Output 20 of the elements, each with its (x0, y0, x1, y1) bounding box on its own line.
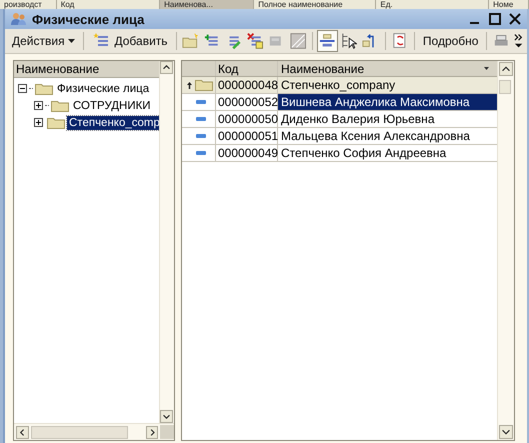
table-cell: 000000049 (216, 145, 278, 161)
column-header[interactable]: Код (216, 61, 278, 76)
window-title: Физические лица (32, 12, 146, 26)
actions-menu[interactable]: Действия (9, 32, 78, 50)
table-cell-text: Степченко_company (280, 77, 396, 93)
table-cell: Вишнева Анджелика Максимовна (278, 94, 497, 110)
table-cell: 000000048 (216, 77, 278, 93)
table-cell-text: Степченко София Андреевна (280, 145, 448, 161)
add-button[interactable]: Добавить (88, 29, 171, 53)
table-cell: 000000051 (216, 128, 278, 144)
table-cell: 000000050 (216, 111, 278, 127)
table-cell-text: Мальцева Ксения Александровна (280, 128, 471, 144)
column-header[interactable]: Наименование (281, 60, 364, 76)
details-button[interactable]: Подробно (420, 32, 482, 50)
column-header[interactable]: Наименование (14, 61, 159, 78)
column-header: Наименова... (160, 0, 254, 9)
table-cell-text: Диденко Валерия Юрьевна (280, 111, 436, 127)
tree-item[interactable]: Степченко_comp (67, 116, 162, 130)
tree-item[interactable]: Физические лица (55, 82, 152, 96)
tree-item[interactable]: СОТРУДНИКИ (71, 98, 153, 112)
